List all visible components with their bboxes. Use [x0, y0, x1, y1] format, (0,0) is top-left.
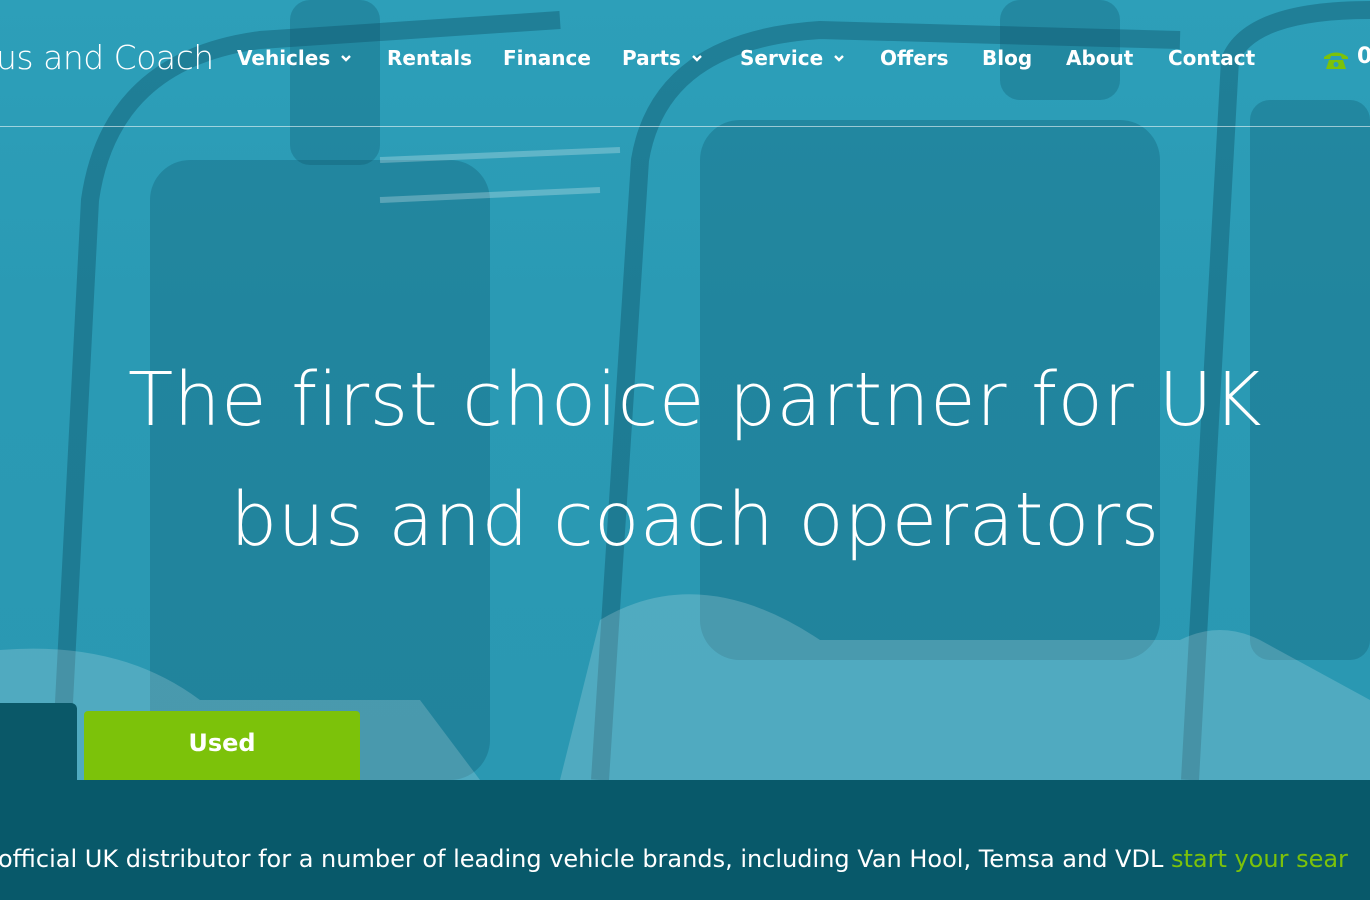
nav-finance-label: Finance — [503, 46, 591, 70]
chevron-down-icon — [341, 55, 352, 62]
chevron-down-icon — [692, 55, 702, 62]
hero-headline: The first choice partner for UK bus and … — [0, 340, 1370, 580]
nav-offers-label: Offers — [880, 46, 949, 70]
hero-headline-line-2: bus and coach operators — [230, 477, 1160, 563]
phone-icon[interactable] — [1322, 50, 1350, 70]
hero-headline-line-1: The first choice partner for UK — [127, 357, 1263, 443]
hero-section: us and Coach Vehicles Rentals Finance Pa… — [0, 0, 1370, 780]
brand-logo-text[interactable]: us and Coach — [0, 38, 214, 77]
nav-vehicles[interactable]: Vehicles — [237, 46, 352, 70]
nav-rentals[interactable]: Rentals — [387, 46, 472, 70]
nav-finance[interactable]: Finance — [503, 46, 591, 70]
start-search-link[interactable]: start your sear — [1171, 845, 1348, 873]
info-band-text: official UK distributor for a number of … — [0, 845, 1348, 873]
nav-blog[interactable]: Blog — [982, 46, 1032, 70]
info-band-copy: official UK distributor for a number of … — [0, 845, 1171, 873]
nav-rentals-label: Rentals — [387, 46, 473, 70]
nav-service[interactable]: Service — [740, 46, 845, 70]
info-band — [0, 780, 1370, 900]
nav-parts-label: Parts — [622, 46, 681, 70]
tab-new[interactable] — [0, 703, 77, 783]
nav-parts[interactable]: Parts — [622, 46, 703, 70]
tab-used[interactable]: Used — [84, 711, 360, 783]
phone-number[interactable]: 0 — [1357, 44, 1370, 69]
nav-blog-label: Blog — [982, 46, 1033, 70]
nav-about[interactable]: About — [1066, 46, 1133, 70]
nav-service-label: Service — [740, 46, 824, 70]
nav-vehicles-label: Vehicles — [237, 46, 331, 70]
nav-about-label: About — [1066, 46, 1134, 70]
tab-used-label: Used — [188, 729, 256, 757]
nav-contact-label: Contact — [1168, 46, 1256, 70]
top-navbar: us and Coach Vehicles Rentals Finance Pa… — [0, 0, 1370, 127]
nav-contact[interactable]: Contact — [1168, 46, 1255, 70]
chevron-down-icon — [834, 55, 845, 62]
nav-offers[interactable]: Offers — [880, 46, 949, 70]
